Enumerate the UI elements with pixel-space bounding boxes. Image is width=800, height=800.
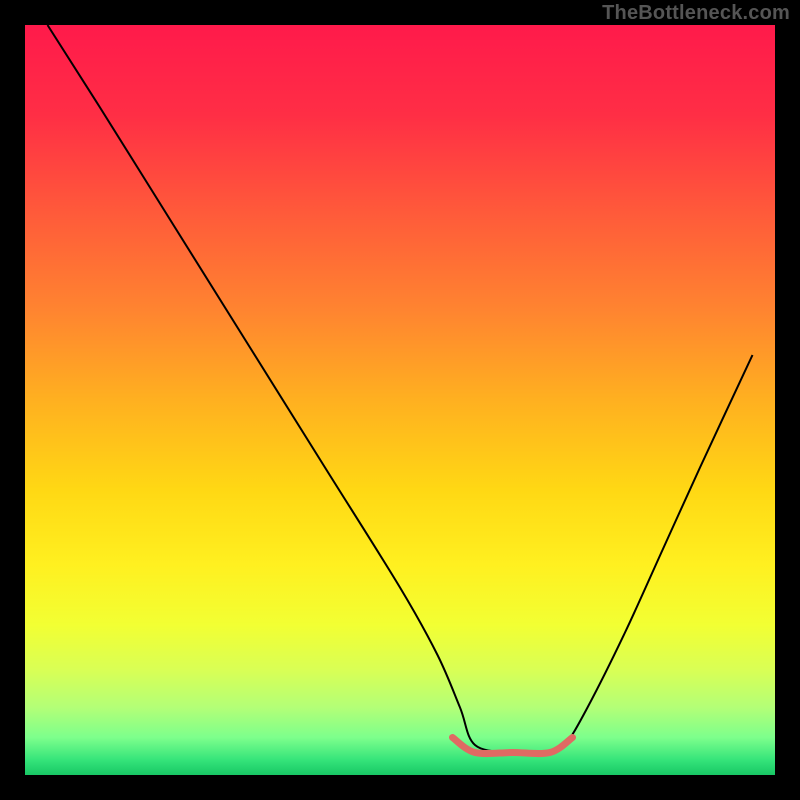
bottleneck-chart: TheBottleneck.com — [0, 0, 800, 800]
plot-area — [25, 25, 775, 775]
chart-canvas — [0, 0, 800, 800]
watermark-label: TheBottleneck.com — [602, 2, 790, 25]
